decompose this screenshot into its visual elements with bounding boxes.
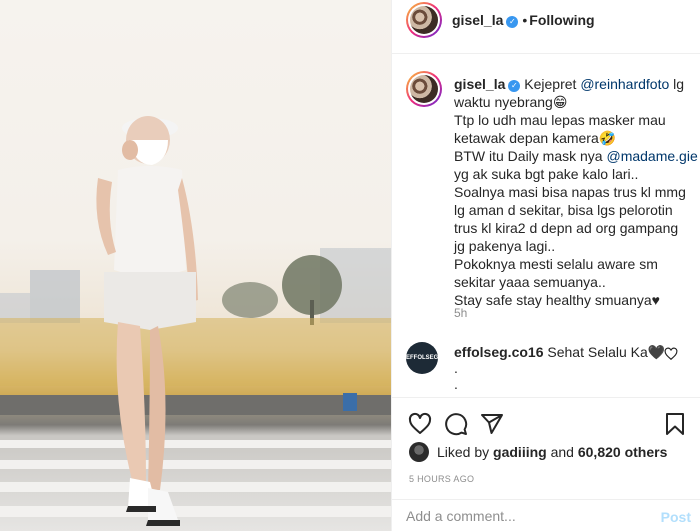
post-side-panel: gisel_la ✓ • Following gisel_la ✓ Kejepret @…: [391, 0, 700, 531]
following-button[interactable]: Following: [529, 12, 594, 28]
caption-line: yg ak suka bgt pake kalo lari..: [454, 166, 639, 182]
caption-text: BTW itu Daily mask nya: [454, 148, 607, 164]
likes-prefix: Liked by: [437, 444, 490, 460]
commenter-username[interactable]: effolseg.co16: [454, 344, 543, 360]
photo-scene: [0, 116, 391, 526]
mention-link[interactable]: @reinhardfoto: [580, 76, 669, 92]
likes-middle: and: [546, 444, 578, 460]
caption-line: Pokoknya mesti selalu aware sm: [454, 256, 658, 272]
add-comment-bar: Post: [392, 499, 700, 531]
comment-text: Sehat Selalu Ka🖤: [543, 344, 666, 360]
share-icon[interactable]: [480, 412, 504, 436]
caption-line: Soalnya masi bisa napas trus kl mmg: [454, 184, 686, 200]
likes-summary: Liked by gadiiing and 60,820 others: [409, 442, 667, 462]
commenter-avatar[interactable]: EFFOLSEG.CO: [406, 342, 438, 374]
liker-avatar[interactable]: [409, 442, 429, 462]
caption-line: sekitar yaaa semuanya..: [454, 274, 606, 290]
post-photo[interactable]: [0, 0, 391, 531]
author-username[interactable]: gisel_la: [452, 12, 503, 28]
comment-extra-line: .: [454, 360, 458, 376]
caption-author-avatar[interactable]: [406, 71, 442, 107]
caption-line: waktu nyebrang😁: [454, 94, 568, 110]
header-user: gisel_la ✓ • Following: [452, 12, 595, 28]
comments-section[interactable]: gisel_la ✓ Kejepret @reinhardfoto lg wakt…: [392, 55, 700, 397]
caption-text: lg: [669, 76, 685, 92]
post-comment-button[interactable]: Post: [661, 509, 691, 525]
separator: •: [522, 12, 528, 28]
caption-time[interactable]: 5h: [454, 306, 467, 320]
post-actions: Liked by gadiiing and 60,820 others 5 HO…: [392, 397, 700, 531]
comment-item: effolseg.co16 Sehat Selalu Ka🖤 . .: [454, 344, 674, 392]
caption-line: Ttp lo udh mau lepas masker mau: [454, 112, 666, 128]
comment-like-icon[interactable]: [664, 347, 678, 361]
author-avatar[interactable]: [406, 2, 442, 38]
post-timestamp[interactable]: 5 HOURS AGO: [409, 474, 474, 484]
comment-extra-line: .: [454, 376, 458, 392]
verified-icon: ✓: [506, 16, 519, 28]
heart-icon[interactable]: [408, 412, 432, 436]
caption-line: ketawak depan kamera🤣: [454, 130, 617, 146]
verified-icon: ✓: [508, 80, 521, 92]
mention-link[interactable]: @madame.gie: [606, 148, 697, 164]
caption-line: trus kl kira2 d depn ad org gampang: [454, 220, 679, 236]
likes-count[interactable]: 60,820 others: [578, 444, 668, 460]
bookmark-icon[interactable]: [663, 412, 687, 436]
post-caption: gisel_la ✓ Kejepret @reinhardfoto lg wakt…: [454, 75, 698, 309]
comment-icon[interactable]: [444, 412, 468, 436]
post-header: gisel_la ✓ • Following: [392, 0, 700, 54]
comment-input[interactable]: [406, 508, 636, 524]
liker-username[interactable]: gadiiing: [493, 444, 547, 460]
caption-line: lg aman d sekitar, bisa lgs pelorotin: [454, 202, 673, 218]
caption-username[interactable]: gisel_la: [454, 76, 505, 92]
caption-line: jg pakenya lagi..: [454, 238, 556, 254]
caption-line: Stay safe stay healthy smuanya♥: [454, 292, 660, 308]
caption-text: Kejepret: [520, 76, 581, 92]
